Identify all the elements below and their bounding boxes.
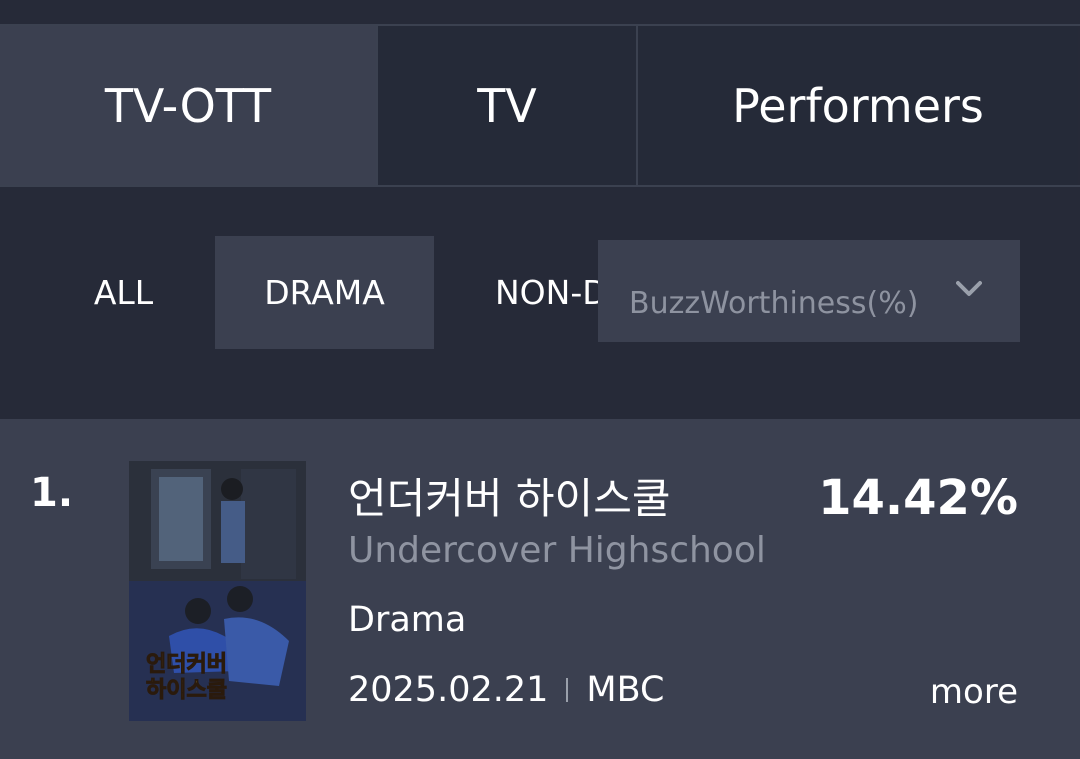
tab-tv[interactable]: TV — [378, 26, 636, 185]
filter-chip-all[interactable]: ALL — [60, 236, 187, 349]
chevron-down-icon — [956, 281, 982, 296]
show-title-korean[interactable]: 언더커버 하이스쿨 — [348, 465, 670, 526]
filter-chip-non-drama[interactable]: NON-D — [462, 236, 598, 349]
metric-select[interactable]: BuzzWorthiness(%) — [598, 240, 1020, 342]
buzz-score: 14.42% — [818, 470, 1018, 526]
metric-select-value: BuzzWorthiness(%) — [629, 286, 919, 321]
category-tabs: TV-OTT TV Performers — [0, 24, 1080, 187]
show-genre: Drama — [348, 600, 467, 640]
poster-logo: 언더커버 — [146, 652, 227, 677]
air-date: 2025.02.21 — [348, 670, 549, 710]
tab-tv-ott[interactable]: TV-OTT — [0, 26, 376, 185]
meta-divider — [566, 678, 569, 702]
show-poster[interactable]: 언더커버 하이스쿨 — [129, 461, 306, 721]
top-strip — [0, 0, 1080, 24]
svg-text:하이스쿨: 하이스쿨 — [146, 678, 227, 703]
poster-illustration: 언더커버 하이스쿨 — [129, 461, 306, 721]
channel-name: MBC — [586, 670, 665, 710]
rank-number: 1. — [30, 470, 74, 516]
filter-chip-drama[interactable]: DRAMA — [215, 236, 434, 349]
show-title-english: Undercover Highschool — [348, 530, 766, 571]
more-link[interactable]: more — [930, 672, 1018, 712]
tab-performers[interactable]: Performers — [638, 26, 1078, 185]
filter-bar: ALL DRAMA NON-D BuzzWorthiness(%) — [0, 187, 1080, 419]
show-meta: 2025.02.21 MBC — [348, 670, 664, 710]
